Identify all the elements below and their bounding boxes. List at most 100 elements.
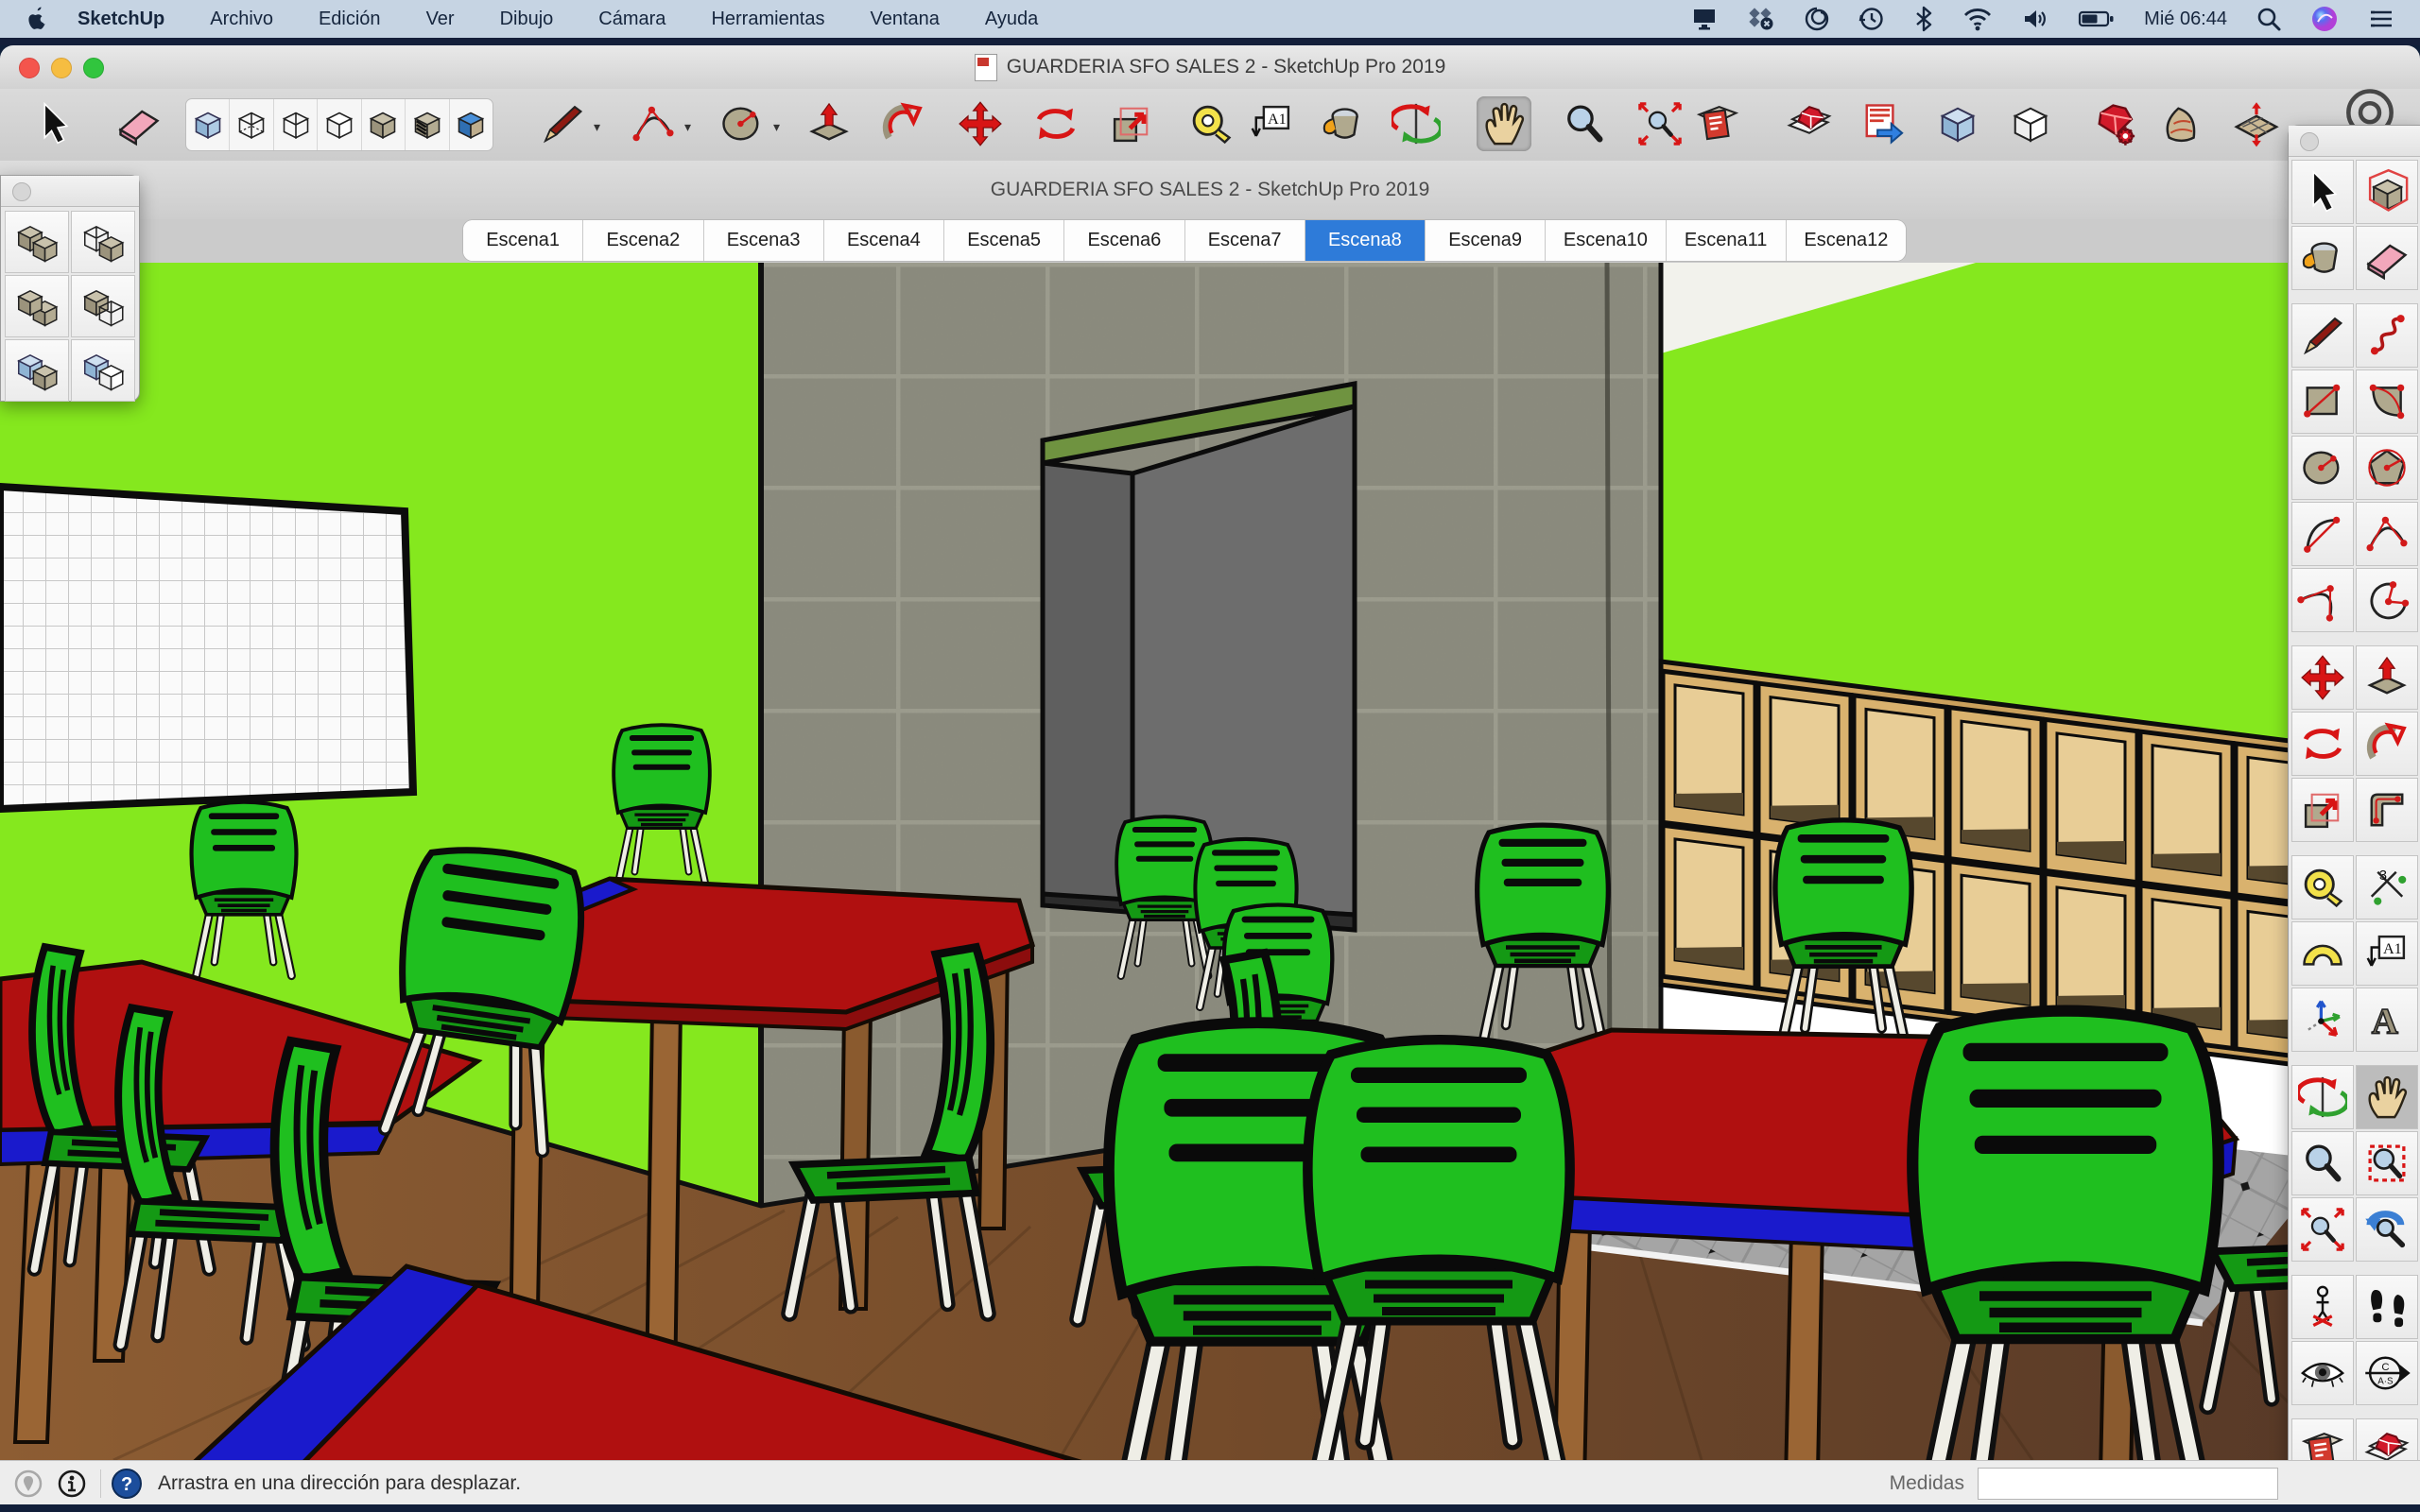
zoom-extents-button[interactable] [2291, 1197, 2354, 1262]
wifi-icon[interactable] [1962, 6, 1993, 32]
model-viewport[interactable] [0, 263, 2420, 1460]
protractor-tool-button[interactable] [2291, 921, 2354, 986]
arc-tool-button[interactable] [626, 96, 681, 151]
subtract-button[interactable] [71, 275, 135, 337]
large-tool-set-palette[interactable] [2288, 125, 2420, 1512]
tab-escena10[interactable]: Escena10 [1546, 220, 1666, 261]
component-gem-button[interactable] [1782, 96, 1837, 151]
polygon-tool-button[interactable] [2356, 436, 2418, 500]
window-title-bar[interactable]: GUARDERIA SFO SALES 2 - SketchUp Pro 201… [0, 45, 2420, 90]
grid-whiteboard[interactable] [0, 487, 413, 809]
pie-tool-button[interactable] [2356, 568, 2418, 632]
style-back-edges-button[interactable] [230, 99, 273, 150]
siri-icon[interactable] [2310, 5, 2339, 33]
zoom-tool-button[interactable] [1557, 96, 1612, 151]
zoom-tool-button[interactable] [2291, 1131, 2354, 1195]
arc-tool-button[interactable] [2291, 502, 2354, 566]
scale-tool-button[interactable] [1104, 96, 1159, 151]
zoom-previous-button[interactable] [2356, 1197, 2418, 1262]
notification-list-icon[interactable] [2367, 6, 2395, 32]
two-point-arc-button[interactable] [2356, 502, 2418, 566]
circle-tool-button[interactable] [2291, 436, 2354, 500]
loop-icon[interactable] [1804, 6, 1830, 32]
style-shaded-button[interactable] [362, 99, 406, 150]
text-tool-button[interactable] [2356, 921, 2418, 986]
dimensions-tool-button[interactable] [2356, 855, 2418, 919]
geolocation-icon[interactable] [13, 1469, 43, 1499]
zoom-extents-button[interactable] [1633, 96, 1687, 151]
menu-item-ventana[interactable]: Ventana [847, 0, 961, 38]
tab-escena8[interactable]: Escena8 [1305, 220, 1426, 261]
pan-tool-button[interactable] [2356, 1065, 2418, 1129]
offset-tool-button[interactable] [2356, 778, 2418, 842]
trim-button[interactable] [5, 339, 69, 402]
line-tool-button[interactable] [535, 96, 590, 151]
eraser-button[interactable] [2356, 226, 2418, 290]
tab-escena2[interactable]: Escena2 [583, 220, 703, 261]
large-tool-set-title-bar[interactable] [2289, 126, 2420, 157]
select-tool-button[interactable] [2291, 160, 2354, 224]
menu-item-ver[interactable]: Ver [404, 0, 477, 38]
style-hidden-line-button[interactable] [318, 99, 361, 150]
intersect-button[interactable] [71, 211, 135, 273]
close-icon[interactable] [12, 182, 31, 201]
menu-item-dibujo[interactable]: Dibujo [477, 0, 577, 38]
help-icon[interactable]: ? [111, 1468, 143, 1500]
volume-icon[interactable] [2021, 6, 2049, 32]
tape-measure-button[interactable] [2291, 855, 2354, 919]
style-textured-button[interactable] [450, 99, 493, 150]
rectangle-tool-button[interactable] [2291, 369, 2354, 434]
credits-icon[interactable] [57, 1469, 87, 1499]
3d-text-tool-button[interactable] [2356, 988, 2418, 1052]
move-tool-button[interactable] [953, 96, 1008, 151]
push-pull-tool-button[interactable] [802, 96, 856, 151]
menu-item-herramientas[interactable]: Herramientas [688, 0, 847, 38]
menu-item-camara[interactable]: Cámara [576, 0, 688, 38]
rotate-tool-button[interactable] [1028, 96, 1083, 151]
close-icon[interactable] [2300, 132, 2319, 151]
look-around-button[interactable] [2291, 1341, 2354, 1405]
text-tool-button[interactable] [1244, 96, 1299, 151]
sandbox-tool-button[interactable] [2229, 96, 2284, 151]
time-machine-icon[interactable] [1858, 6, 1885, 32]
pan-tool-button[interactable] [1477, 96, 1531, 151]
freehand-tool-button[interactable] [2356, 303, 2418, 368]
menu-item-edicion[interactable]: Edición [296, 0, 404, 38]
split-button[interactable] [71, 339, 135, 402]
orbit-tool-button[interactable] [2291, 1065, 2354, 1129]
tab-escena6[interactable]: Escena6 [1064, 220, 1184, 261]
zoom-window-button[interactable] [2356, 1131, 2418, 1195]
scale-tool-button[interactable] [2291, 778, 2354, 842]
advanced-camera-button[interactable] [2356, 1341, 2418, 1405]
section-box-button[interactable] [1930, 96, 1985, 151]
spotlight-icon[interactable] [2256, 6, 2282, 32]
push-pull-tool-button[interactable] [2356, 645, 2418, 710]
measurements-input[interactable] [1978, 1468, 2278, 1500]
bluetooth-icon[interactable] [1913, 6, 1934, 32]
style-monochrome-button[interactable] [406, 99, 449, 150]
menu-clock[interactable]: Mié 06:44 [2144, 9, 2227, 30]
layout-document-button[interactable] [1690, 96, 1745, 151]
paint-bucket-tool-button[interactable] [1316, 96, 1371, 151]
rotate-tool-button[interactable] [2291, 712, 2354, 776]
paint-bucket-button[interactable] [2291, 226, 2354, 290]
orbit-tool-button[interactable] [1389, 96, 1443, 151]
texture-shape-button[interactable] [2152, 96, 2207, 151]
tab-escena7[interactable]: Escena7 [1185, 220, 1305, 261]
axes-tool-button[interactable] [2291, 988, 2354, 1052]
follow-me-tool-button[interactable] [875, 96, 930, 151]
solid-tools-palette[interactable] [0, 175, 140, 402]
eraser-tool-button[interactable] [112, 96, 166, 151]
menu-item-archivo[interactable]: Archivo [187, 0, 296, 38]
menu-item-ayuda[interactable]: Ayuda [962, 0, 1061, 38]
solid-tools-title-bar[interactable] [1, 176, 139, 207]
make-component-button[interactable] [2356, 160, 2418, 224]
dropbox-sync-error-icon[interactable] [1747, 6, 1775, 32]
style-xray-button[interactable] [186, 99, 230, 150]
move-tool-button[interactable] [2291, 645, 2354, 710]
circle-tool-dropdown[interactable]: ▾ [773, 119, 780, 135]
tape-measure-tool-button[interactable] [1184, 96, 1238, 151]
circle-tool-button[interactable] [715, 96, 769, 151]
battery-icon[interactable] [2078, 6, 2116, 32]
arc-tool-dropdown[interactable]: ▾ [684, 119, 691, 135]
